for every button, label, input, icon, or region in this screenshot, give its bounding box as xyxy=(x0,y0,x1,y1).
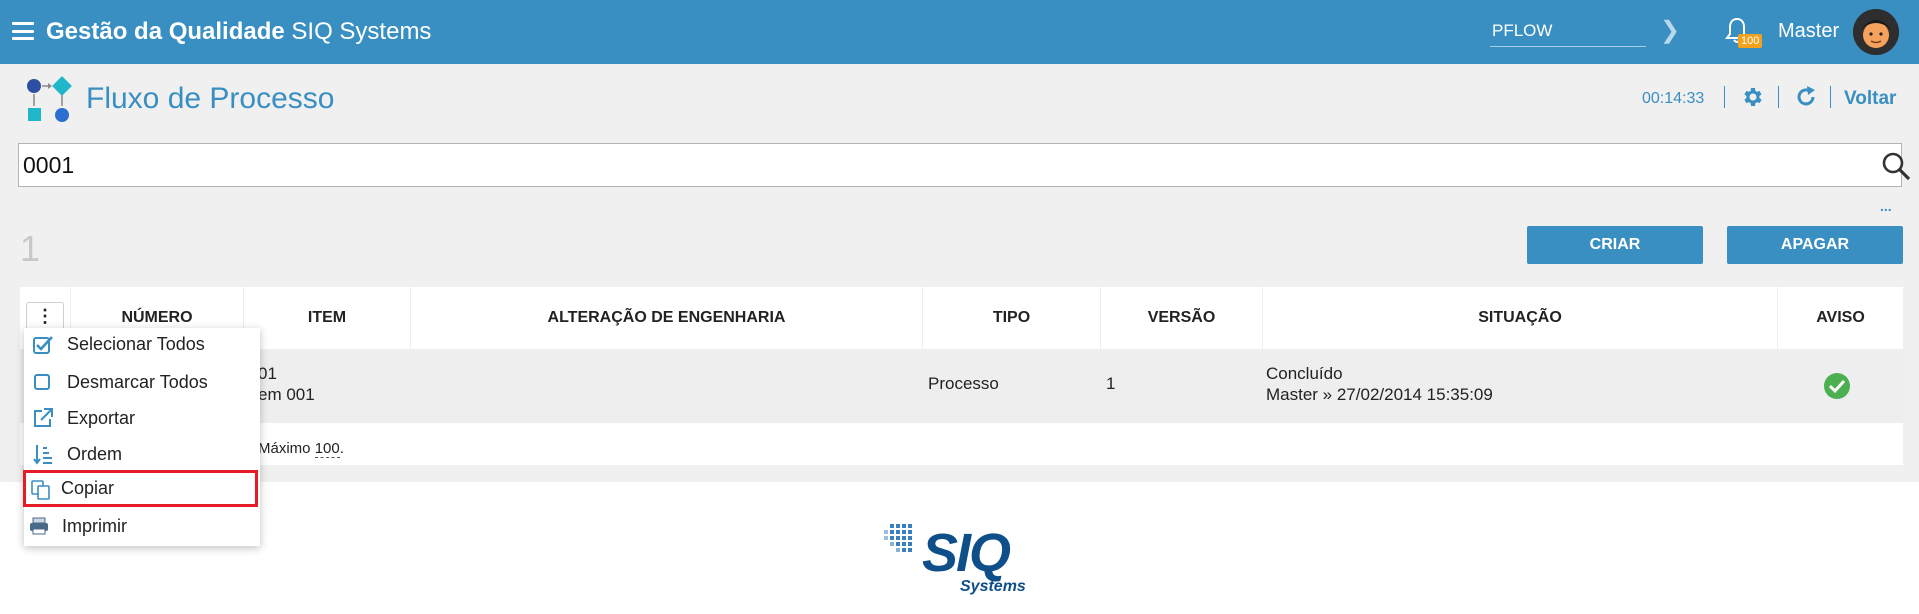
divider xyxy=(1724,86,1725,108)
top-bar: Gestão da Qualidade SIQ Systems PFLOW ❯ … xyxy=(0,0,1919,64)
menu-item-label: Imprimir xyxy=(62,516,127,536)
user-name[interactable]: Master xyxy=(1778,20,1839,43)
page-title: Fluxo de Processo xyxy=(86,82,335,115)
checkbox-checked-icon xyxy=(33,336,53,354)
search-input[interactable] xyxy=(23,148,1823,182)
result-count: 1 xyxy=(20,228,41,269)
delete-button[interactable]: APAGAR xyxy=(1727,226,1903,264)
menu-item-label: Selecionar Todos xyxy=(67,334,205,354)
logo-subtitle: Systems xyxy=(960,578,1026,595)
row-situacao: Concluído xyxy=(1266,364,1343,383)
row-numero: 01 xyxy=(258,364,277,383)
external-link-icon xyxy=(34,408,53,427)
menu-item-select-all[interactable]: Selecionar Todos xyxy=(24,328,260,364)
menu-item-order[interactable]: Ordem xyxy=(24,436,260,472)
logo-grid-icon xyxy=(884,524,912,552)
chevron-right-icon[interactable]: ❯ xyxy=(1660,16,1680,45)
table-row[interactable]: 01 em 001 Processo 1 Concluído Master » … xyxy=(20,349,1903,423)
search-box xyxy=(18,143,1911,187)
divider xyxy=(1830,86,1831,108)
hamburger-menu-icon[interactable] xyxy=(12,22,34,40)
menu-item-label: Copiar xyxy=(61,478,115,498)
gear-icon[interactable] xyxy=(1740,85,1764,109)
column-header[interactable]: SITUAÇÃO xyxy=(1263,287,1778,349)
logo-text: SIQ xyxy=(922,523,1011,583)
menu-item-copy[interactable]: Copiar xyxy=(23,470,258,507)
notification-badge: 100 xyxy=(1738,34,1763,48)
avatar[interactable] xyxy=(1853,9,1899,55)
divider xyxy=(1778,86,1779,108)
sort-icon xyxy=(33,445,52,465)
column-header[interactable]: ALTERAÇÃO DE ENGENHARIA xyxy=(411,287,923,349)
row-tipo: Processo xyxy=(928,374,999,393)
module-selector[interactable]: PFLOW xyxy=(1490,15,1646,47)
printer-icon xyxy=(30,517,48,535)
max-value[interactable]: 100 xyxy=(314,440,340,458)
menu-item-print[interactable]: Imprimir xyxy=(24,508,260,544)
back-link[interactable]: Voltar xyxy=(1844,88,1896,110)
siq-logo: SIQ Systems xyxy=(884,520,1040,602)
column-header[interactable]: ITEM xyxy=(244,287,411,349)
column-header[interactable]: AVISO xyxy=(1778,287,1903,349)
create-button[interactable]: CRIAR xyxy=(1527,226,1703,264)
table-options-menu: Selecionar Todos Desmarcar Todos Exporta… xyxy=(23,328,260,546)
row-situacao-detail: Master » 27/02/2014 15:35:09 xyxy=(1266,385,1493,404)
checkbox-empty-icon xyxy=(34,374,50,390)
more-options-icon[interactable]: ... xyxy=(1880,198,1892,214)
menu-item-label: Exportar xyxy=(67,408,136,428)
row-item: em 001 xyxy=(258,385,315,404)
results-table: ⋮ NÚMERO ITEM ALTERAÇÃO DE ENGENHARIA TI… xyxy=(20,287,1903,465)
menu-item-deselect-all[interactable]: Desmarcar Todos xyxy=(24,364,260,400)
column-header[interactable]: TIPO xyxy=(923,287,1101,349)
brand-title: Gestão da Qualidade xyxy=(46,18,285,45)
menu-item-export[interactable]: Exportar xyxy=(24,400,260,436)
check-circle-icon xyxy=(1824,373,1850,399)
menu-item-label: Ordem xyxy=(67,444,123,464)
max-label: Máximo xyxy=(258,440,311,457)
copy-icon xyxy=(31,480,50,500)
app-brand: Gestão da Qualidade SIQ Systems xyxy=(46,18,431,46)
max-suffix: . xyxy=(339,440,344,457)
menu-item-label: Desmarcar Todos xyxy=(67,372,208,392)
search-icon[interactable] xyxy=(1881,151,1911,181)
refresh-icon[interactable] xyxy=(1794,85,1818,109)
row-versao: 1 xyxy=(1106,374,1116,393)
process-flow-icon xyxy=(27,76,72,122)
session-timer: 00:14:33 xyxy=(1642,90,1705,107)
brand-subtitle: SIQ Systems xyxy=(291,18,432,45)
max-results-note: Máximo 100. xyxy=(258,440,344,458)
column-header[interactable]: VERSÃO xyxy=(1101,287,1263,349)
